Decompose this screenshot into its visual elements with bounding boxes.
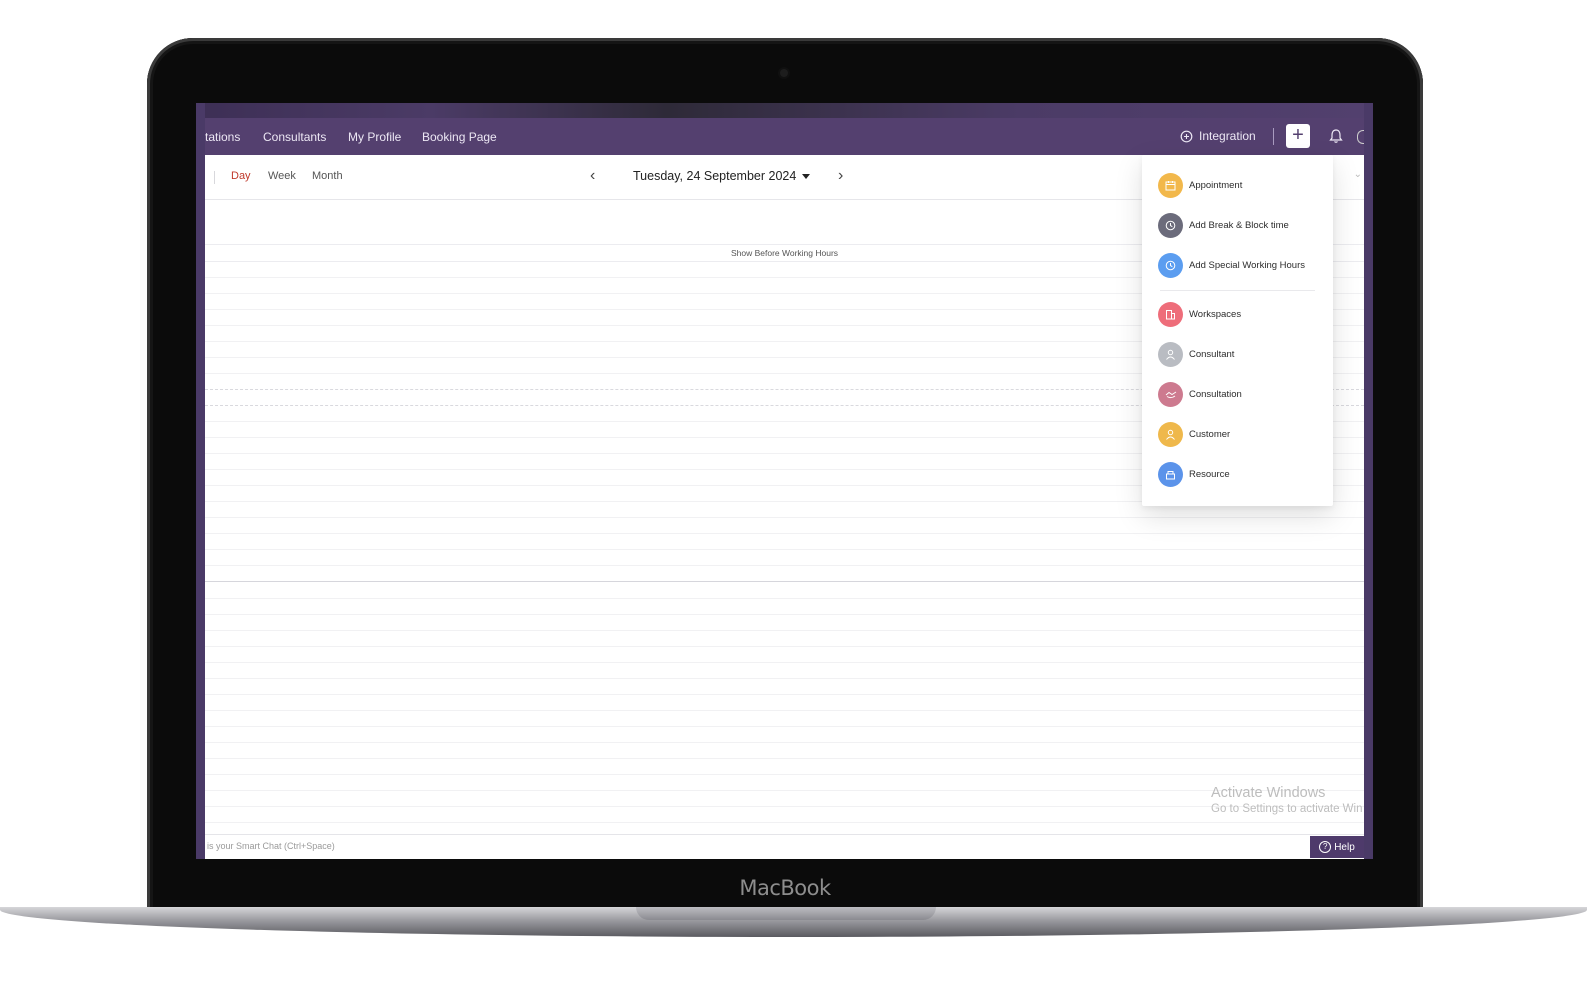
grid-line (205, 726, 1364, 727)
nav-link-my-profile[interactable]: My Profile (348, 130, 401, 144)
settings-icon[interactable] (1357, 130, 1364, 144)
menu-item-label: Consultant (1189, 348, 1235, 360)
tab-month[interactable]: Month (312, 170, 343, 182)
grid-line (205, 614, 1364, 615)
clock-icon (1158, 212, 1183, 238)
person-icon (1158, 421, 1183, 447)
grid-line (205, 742, 1364, 743)
menu-divider (1160, 290, 1315, 291)
tab-week[interactable]: Week (268, 170, 296, 182)
grid-line (205, 790, 1364, 791)
tab-day[interactable]: Day (231, 170, 251, 182)
grid-line (205, 822, 1364, 823)
menu-item-add-break[interactable]: Add Break & Block time (1158, 212, 1289, 238)
grid-line (205, 710, 1364, 711)
menu-item-label: Consultation (1189, 388, 1242, 400)
grid-line (205, 533, 1364, 534)
grid-line (205, 774, 1364, 775)
grid-line (205, 758, 1364, 759)
menu-item-label: Add Break & Block time (1189, 219, 1289, 231)
app-screen: tations Consultants My Profile Booking P… (196, 103, 1373, 859)
menu-item-special-hours[interactable]: Add Special Working Hours (1158, 252, 1305, 278)
date-picker[interactable]: Tuesday, 24 September 2024 (633, 169, 811, 183)
smart-chat-input[interactable]: is your Smart Chat (Ctrl+Space) (207, 841, 335, 851)
add-button[interactable]: + (1286, 124, 1310, 148)
menu-item-appointment[interactable]: Appointment (1158, 172, 1242, 198)
menu-item-consultant[interactable]: Consultant (1158, 341, 1234, 367)
building-icon (1158, 301, 1183, 327)
menu-item-resource[interactable]: Resource (1158, 461, 1230, 487)
left-rail (196, 103, 205, 859)
prev-day-button[interactable]: ‹ (590, 167, 595, 185)
menu-item-label: Customer (1189, 428, 1231, 440)
menu-item-customer[interactable]: Customer (1158, 421, 1230, 447)
next-day-button[interactable]: › (838, 167, 843, 185)
grid-line (205, 598, 1364, 599)
clock-icon (1158, 252, 1183, 278)
chevron-down-icon[interactable]: ⌄ (1354, 169, 1362, 180)
box-icon (1158, 461, 1183, 487)
nav-link-booking-page[interactable]: Booking Page (422, 130, 497, 144)
nav-divider (1273, 128, 1274, 145)
right-rail (1364, 103, 1373, 859)
grid-line (205, 646, 1364, 647)
caret-down-icon (802, 174, 811, 180)
smart-chat-bar: is your Smart Chat (Ctrl+Space) ? Help (205, 834, 1364, 859)
grid-line (205, 678, 1364, 679)
nav-link-consultants[interactable]: Consultants (263, 130, 326, 144)
question-icon: ? (1319, 841, 1332, 853)
integration-button[interactable]: Integration (1180, 129, 1256, 143)
menu-item-label: Workspaces (1189, 308, 1242, 320)
integration-icon (1180, 130, 1193, 142)
grid-line (205, 662, 1364, 663)
nav-link-consultations[interactable]: tations (205, 130, 240, 144)
working-hours-divider (205, 581, 1364, 582)
person-icon (1158, 341, 1183, 367)
menu-item-label: Resource (1189, 468, 1230, 480)
activate-windows-watermark: Activate Windows Go to Settings to activ… (1211, 784, 1363, 817)
grid-line (205, 517, 1364, 518)
handshake-icon (1158, 381, 1183, 407)
help-label: Help (1334, 841, 1355, 853)
bell-icon[interactable] (1329, 128, 1343, 144)
menu-item-consultation[interactable]: Consultation (1158, 381, 1242, 407)
grid-line (205, 565, 1364, 566)
grid-line (205, 694, 1364, 695)
help-button[interactable]: ? Help (1310, 836, 1364, 858)
add-menu-dropdown: Appointment Add Break & Block time Add S… (1142, 155, 1333, 506)
calendar-icon (1158, 172, 1183, 198)
grid-line (205, 806, 1364, 807)
integration-label: Integration (1199, 129, 1256, 143)
toolbar-divider (214, 171, 215, 184)
screen-top-strip (196, 103, 1373, 118)
menu-item-label: Add Special Working Hours (1189, 259, 1305, 271)
top-nav: tations Consultants My Profile Booking P… (205, 118, 1364, 155)
watermark-title: Activate Windows (1211, 785, 1326, 801)
grid-line (205, 549, 1364, 550)
laptop-brand-label: MacBook (739, 876, 831, 900)
current-date: Tuesday, 24 September 2024 (633, 169, 797, 183)
menu-item-label: Appointment (1189, 179, 1243, 191)
menu-item-workspaces[interactable]: Workspaces (1158, 301, 1241, 327)
laptop-hinge-notch (636, 907, 936, 920)
grid-line (205, 630, 1364, 631)
webcam (780, 69, 788, 77)
watermark-subtitle: Go to Settings to activate Win (1211, 803, 1363, 816)
